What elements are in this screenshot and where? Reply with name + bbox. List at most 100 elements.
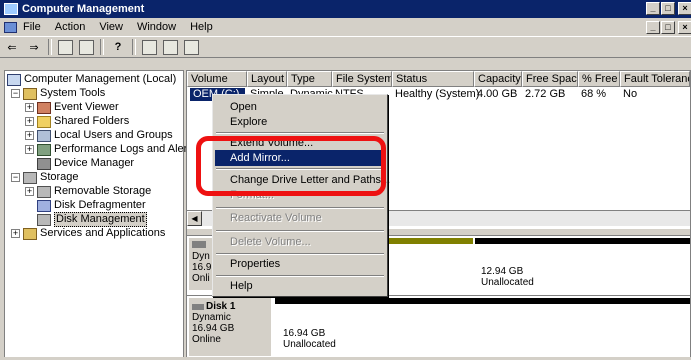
computer-management-icon [4,3,18,15]
column-header-fault-tolerance[interactable]: Fault Tolerance [620,71,690,87]
tree-item-disk-management[interactable]: Disk Management [37,212,147,227]
menu-window[interactable]: Window [137,21,176,33]
expand-icon[interactable]: + [25,117,34,126]
close-button[interactable]: × [678,2,691,15]
mdi-restore-button[interactable]: □ [661,21,675,34]
tree-label: Shared Folders [54,115,130,127]
column-header-layout[interactable]: Layout [247,71,287,87]
menu-item-open[interactable]: Open [215,99,385,115]
disk-status: Online [192,334,221,345]
menu-item-change-drive-letter[interactable]: Change Drive Letter and Paths... [215,172,390,188]
disk-drive-icon [192,303,204,310]
menu-item-format[interactable]: Format... [215,187,385,203]
unallocated-size: 16.94 GB [283,328,326,339]
tree-label: System Tools [40,87,106,99]
menu-item-extend-volume[interactable]: Extend Volume... [215,135,385,151]
tree-label: Device Manager [54,157,135,169]
tree-item-performance-logs[interactable]: + Performance Logs and Alerts [25,143,196,156]
minimize-button[interactable]: _ [646,2,660,15]
percent-free-cell: 68 % [581,88,607,100]
column-header-free-space[interactable]: Free Space [522,71,578,87]
mdi-close-button[interactable]: × [678,21,691,34]
services-icon [23,227,37,240]
tree-item-removable-storage[interactable]: + Removable Storage [25,185,151,198]
back-arrow-icon[interactable]: ⇐ [4,39,20,55]
status-cell: Healthy (System) [395,88,480,100]
menu-item-properties[interactable]: Properties [215,256,385,272]
menu-help[interactable]: Help [190,21,213,33]
properties-icon[interactable] [163,39,178,55]
disk-1-info[interactable]: Disk 1 Dynamic 16.94 GB Online [189,298,271,356]
fault-tolerance-cell: No [623,88,638,100]
tree-item-local-users[interactable]: + Local Users and Groups [25,129,173,142]
disk-view-icon[interactable] [184,39,199,55]
column-header-file-system[interactable]: File System [332,71,392,87]
menu-item-reactivate-volume[interactable]: Reactivate Volume [215,210,385,226]
collapse-icon[interactable]: − [11,89,20,98]
toolbar-separator [100,39,104,55]
disk-1-row[interactable]: Disk 1 Dynamic 16.94 GB Online 16.94 GB … [187,295,690,359]
expand-icon[interactable]: + [25,103,34,112]
menu-view[interactable]: View [99,21,123,33]
column-header-volume[interactable]: Volume [187,71,247,87]
column-header-percent-free[interactable]: % Free [578,71,620,87]
disk-type: Dynamic [192,312,231,323]
up-folder-icon[interactable] [58,39,73,55]
tree-item-disk-defragmenter[interactable]: Disk Defragmenter [37,199,146,212]
computer-icon [7,73,21,86]
menu-action[interactable]: Action [55,21,86,33]
mmc-icon[interactable] [4,21,17,33]
column-header-status[interactable]: Status [392,71,474,87]
menu-item-add-mirror[interactable]: Add Mirror... [215,150,385,166]
tree-item-event-viewer[interactable]: + Event Viewer [25,101,119,114]
tree-item-services[interactable]: + Services and Applications [11,227,165,240]
expand-icon[interactable]: + [25,187,34,196]
forward-arrow-icon[interactable]: ⇒ [26,39,42,55]
toolbar: ⇐ ⇒ ? [0,36,691,58]
context-menu: Open Explore Extend Volume... Add Mirror… [212,94,390,297]
unallocated-bar[interactable] [475,238,690,244]
mdi-minimize-button[interactable]: _ [646,21,660,34]
device-manager-icon [37,157,51,170]
console-tree[interactable]: Computer Management (Local) − System Too… [4,70,196,360]
tree-item-system-tools[interactable]: − System Tools [11,87,105,100]
disk-drive-icon [192,241,206,248]
tree-item-storage[interactable]: − Storage [11,171,79,184]
menu-file[interactable]: File [23,21,41,33]
window-title-bar[interactable]: Computer Management [0,0,691,18]
tree-label: Event Viewer [54,101,119,113]
unallocated-label: Unallocated [481,277,534,288]
collapse-icon[interactable]: − [11,173,20,182]
toolbar-separator [48,39,52,55]
menu-item-explore[interactable]: Explore [215,114,385,130]
tree-item-shared-folders[interactable]: + Shared Folders [25,115,129,128]
tree-label: Disk Defragmenter [54,199,146,211]
menu-bar: File Action View Window Help [0,18,691,36]
maximize-button[interactable]: □ [661,2,675,15]
menu-separator [216,230,384,232]
tree-item-root[interactable]: Computer Management (Local) [7,73,176,86]
unallocated-label: Unallocated [283,339,336,350]
menu-item-help[interactable]: Help [215,278,385,294]
help-question-icon[interactable]: ? [110,39,126,55]
expand-icon[interactable]: + [11,229,20,238]
tree-label: Performance Logs and Alerts [54,143,196,155]
tree-label: Services and Applications [40,227,166,239]
column-header-capacity[interactable]: Capacity [474,71,522,87]
event-viewer-icon [37,101,51,114]
tree-item-device-manager[interactable]: Device Manager [37,157,134,170]
unallocated-bar[interactable] [275,298,690,304]
menu-separator [216,132,384,134]
expand-icon[interactable]: + [25,131,34,140]
menu-separator [216,207,384,209]
refresh-icon[interactable] [142,39,157,55]
show-hide-tree-icon[interactable] [79,39,94,55]
tools-icon [23,87,37,100]
tree-label: Disk Management [54,212,147,227]
column-header-type[interactable]: Type [287,71,332,87]
tree-label: Computer Management (Local) [24,73,177,85]
expand-icon[interactable]: + [25,145,34,154]
scroll-left-icon[interactable]: ◀ [187,211,202,226]
disk-management-icon [37,213,51,226]
menu-item-delete-volume[interactable]: Delete Volume... [215,234,385,250]
